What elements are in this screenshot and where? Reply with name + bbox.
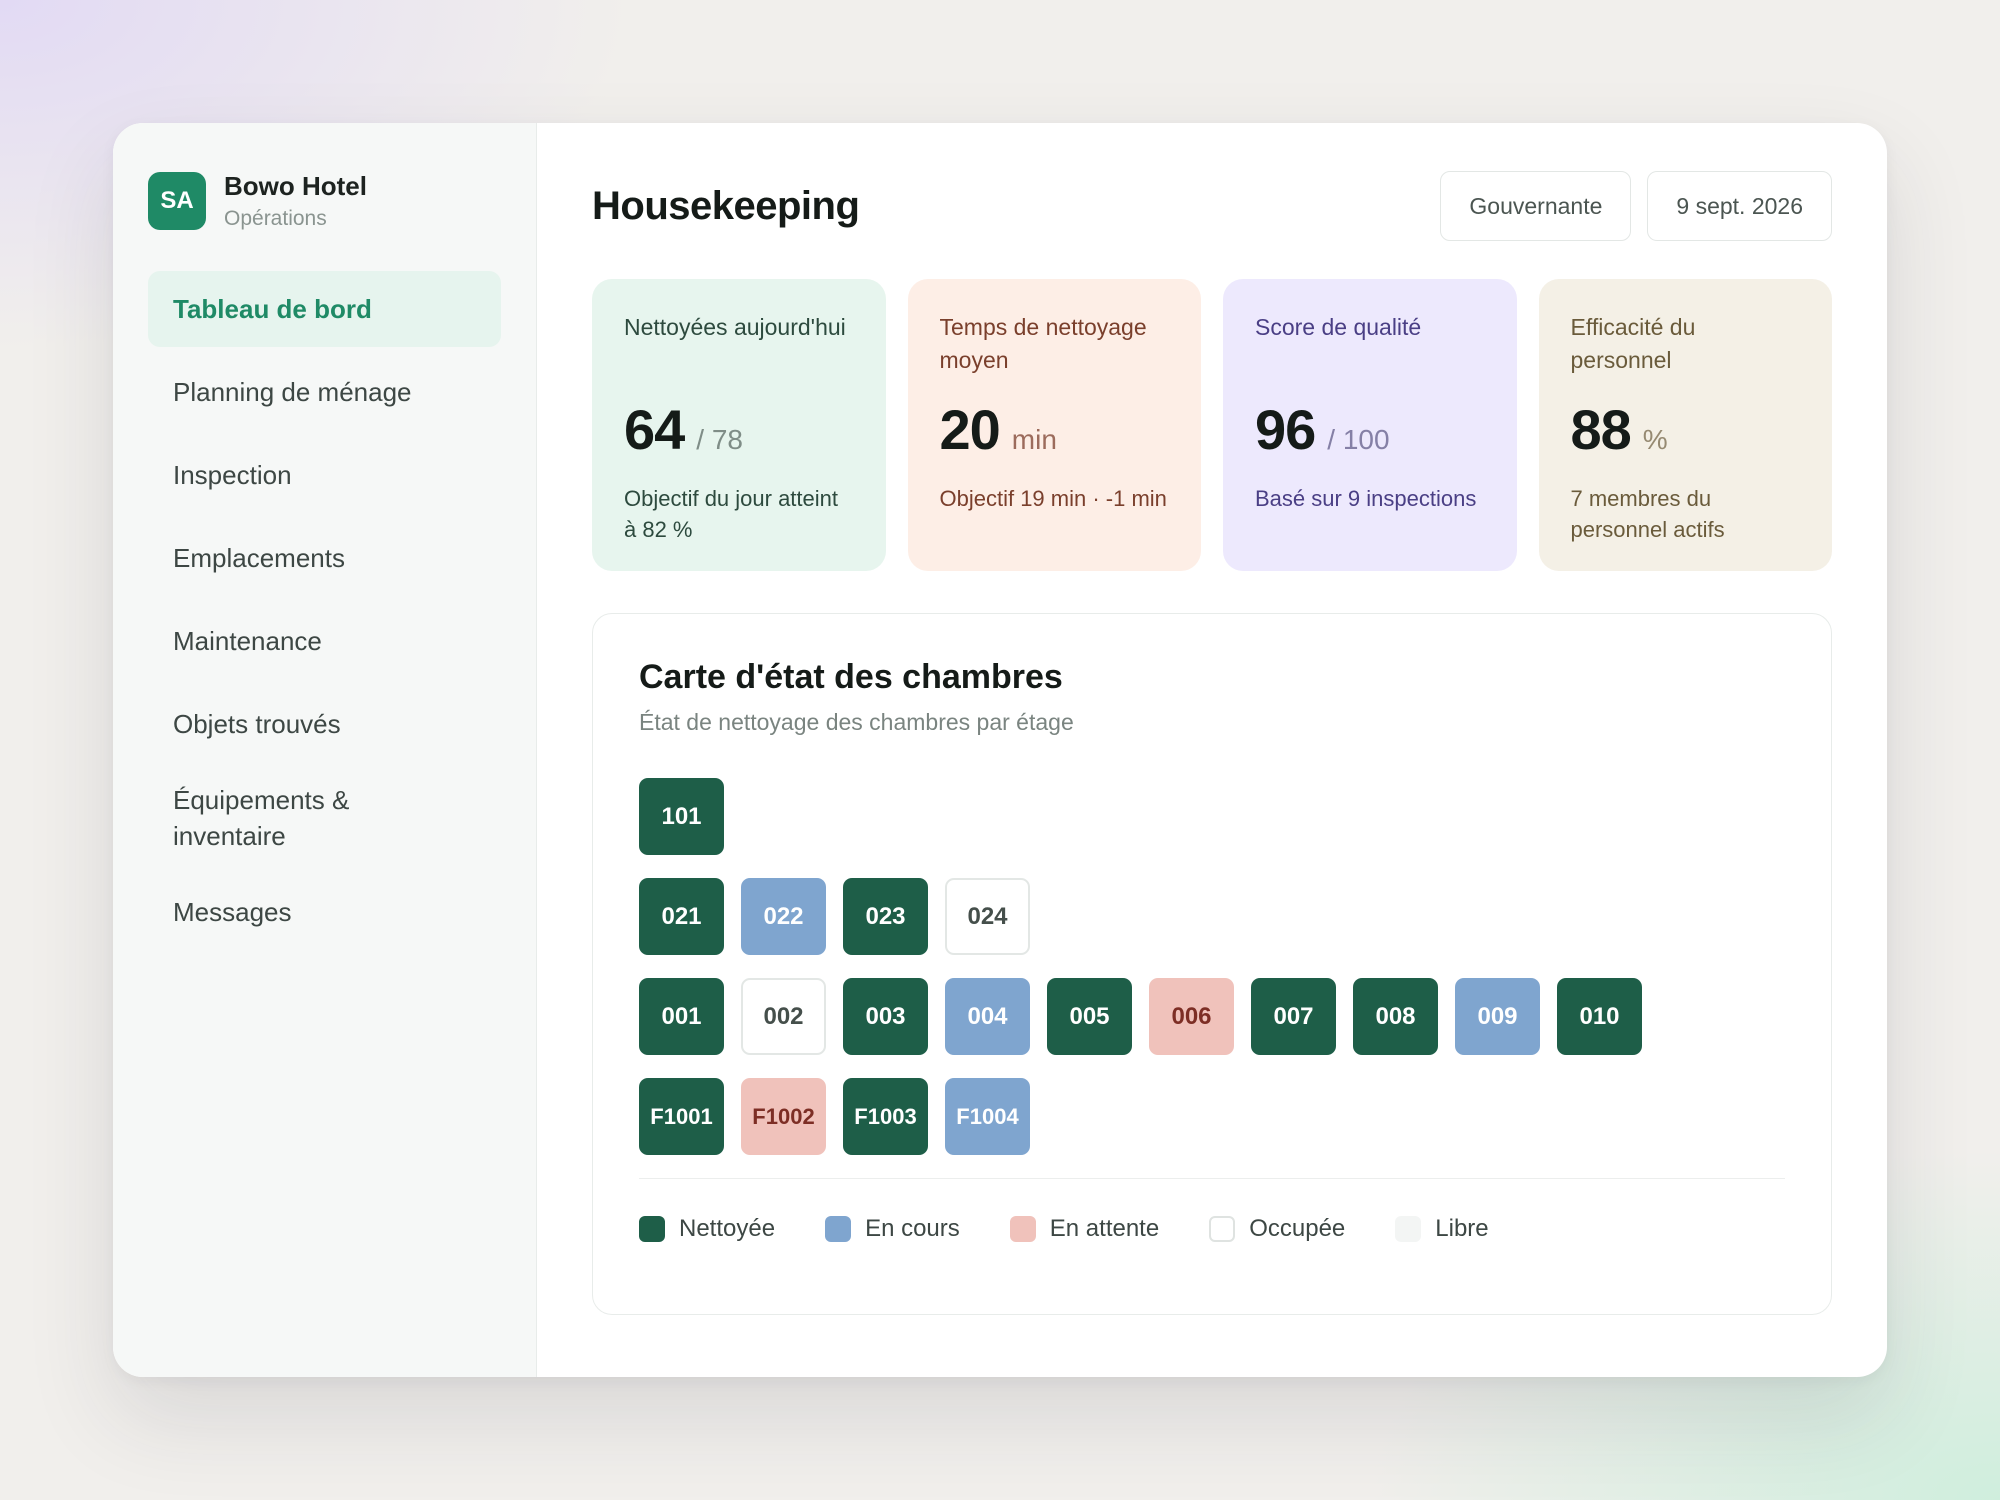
room-tile-004[interactable]: 004 (945, 978, 1030, 1055)
legend-label: Libre (1435, 1215, 1489, 1242)
sidebar-nav: Tableau de bord Planning de ménage Inspe… (148, 271, 501, 950)
kpi-value: 64 (624, 398, 685, 461)
sidebar-item-locations[interactable]: Emplacements (148, 520, 501, 596)
legend-label: Occupée (1249, 1215, 1346, 1242)
sidebar-item-cleaning-schedule[interactable]: Planning de ménage (148, 354, 501, 430)
brand-name: Bowo Hotel (224, 171, 367, 201)
kpi-card-cleaning-time: Temps de nettoyage moyen 20 min Objectif… (907, 279, 1201, 571)
kpi-unit: min (1011, 424, 1057, 455)
legend-swatch (1009, 1216, 1036, 1242)
sidebar: SA Bowo Hotel Opérations Tableau de bord… (113, 123, 537, 1377)
kpi-value: 20 (939, 398, 1001, 461)
room-tile-009[interactable]: 009 (1455, 978, 1540, 1055)
kpi-card-quality: Score de qualité 96 / 100 Basé sur 9 ins… (1223, 279, 1517, 571)
role-selector[interactable]: Gouvernante (1440, 171, 1632, 241)
kpi-unit: / 78 (696, 424, 743, 455)
room-tile-003[interactable]: 003 (843, 978, 928, 1055)
room-status-legend: Nettoyée En cours En attente Occupée Libre (639, 1179, 1785, 1279)
app-window: SA Bowo Hotel Opérations Tableau de bord… (113, 123, 1887, 1377)
kpi-label: Efficacité du personnel (1570, 314, 1696, 373)
page-title: Housekeeping (592, 183, 860, 228)
floor-row: 001 002 003 004 005 006 007 008 009 010 (639, 978, 1785, 1055)
legend-label: En cours (865, 1215, 960, 1242)
sidebar-item-lost-found[interactable]: Objets trouvés (148, 686, 501, 762)
room-tile-007[interactable]: 007 (1251, 978, 1336, 1055)
page-header: Housekeeping Gouvernante 9 sept. 2026 (592, 171, 1832, 241)
room-tile-001[interactable]: 001 (639, 978, 724, 1055)
room-tile-005[interactable]: 005 (1047, 978, 1132, 1055)
room-tile-022[interactable]: 022 (741, 878, 826, 955)
room-map-subtitle: État de nettoyage des chambres par étage (639, 709, 1074, 735)
sidebar-item-dashboard[interactable]: Tableau de bord (148, 271, 501, 347)
kpi-label: Score de qualité (1255, 314, 1422, 340)
legend-item-occupied: Occupée (1209, 1215, 1345, 1243)
room-tile-f1003[interactable]: F1003 (843, 1078, 928, 1155)
kpi-value: 88 (1570, 398, 1632, 461)
brand-logo: SA (148, 172, 206, 230)
room-tile-023[interactable]: 023 (843, 878, 928, 955)
legend-swatch (639, 1216, 665, 1242)
legend-item-pending: En attente (1009, 1215, 1160, 1243)
legend-item-free: Libre (1395, 1215, 1489, 1243)
legend-swatch (825, 1216, 852, 1242)
date-picker[interactable]: 9 sept. 2026 (1647, 171, 1832, 241)
kpi-note: Basé sur 9 inspections (1255, 486, 1477, 511)
kpi-card-staff-efficiency: Efficacité du personnel 88 % 7 membres d… (1538, 279, 1832, 571)
brand-subtitle: Opérations (224, 207, 327, 230)
kpi-value: 96 (1255, 398, 1316, 461)
room-tile-002[interactable]: 002 (741, 978, 826, 1055)
legend-swatch (1395, 1216, 1422, 1242)
floor-row: 101 (639, 778, 1785, 855)
legend-label: Nettoyée (679, 1215, 776, 1242)
sidebar-item-maintenance[interactable]: Maintenance (148, 603, 501, 679)
room-map-title: Carte d'état des chambres (639, 658, 1063, 696)
room-tile-006[interactable]: 006 (1149, 978, 1234, 1055)
main-content: Housekeeping Gouvernante 9 sept. 2026 Ne… (537, 123, 1887, 1377)
room-tile-010[interactable]: 010 (1557, 978, 1642, 1055)
kpi-card-cleaned: Nettoyées aujourd'hui 64 / 78 Objectif d… (592, 279, 886, 571)
kpi-label: Temps de nettoyage moyen (939, 314, 1147, 373)
kpi-cards: Nettoyées aujourd'hui 64 / 78 Objectif d… (592, 279, 1832, 571)
floor-row: 021 022 023 024 (639, 878, 1785, 955)
legend-label: En attente (1049, 1215, 1160, 1242)
room-tile-f1002[interactable]: F1002 (741, 1078, 826, 1155)
sidebar-item-equipment[interactable]: Équipements & inventaire (148, 769, 378, 867)
legend-swatch (1209, 1216, 1236, 1242)
kpi-label: Nettoyées aujourd'hui (624, 314, 846, 340)
room-tile-021[interactable]: 021 (639, 878, 724, 955)
room-tile-f1001[interactable]: F1001 (639, 1078, 724, 1155)
room-tile-101[interactable]: 101 (639, 778, 724, 855)
sidebar-item-messages[interactable]: Messages (148, 874, 501, 950)
legend-item-clean: Nettoyée (639, 1215, 775, 1243)
room-tile-f1004[interactable]: F1004 (945, 1078, 1030, 1155)
legend-item-progress: En cours (825, 1215, 960, 1243)
room-status-map: Carte d'état des chambres État de nettoy… (592, 613, 1832, 1315)
kpi-note: Objectif 19 min · -1 min (939, 486, 1167, 511)
room-grid: 101 021 022 023 024 001 002 003 004 005 006 007 008 0… (639, 778, 1785, 1155)
room-tile-024[interactable]: 024 (945, 878, 1030, 955)
kpi-note: Objectif du jour atteint à 82 % (624, 486, 839, 542)
kpi-unit: % (1642, 424, 1668, 455)
kpi-unit: / 100 (1327, 424, 1390, 455)
floor-row: F1001 F1002 F1003 F1004 (639, 1078, 1785, 1155)
brand: SA Bowo Hotel Opérations (148, 171, 501, 231)
room-tile-008[interactable]: 008 (1353, 978, 1438, 1055)
kpi-note: 7 membres du personnel actifs (1570, 486, 1725, 542)
sidebar-item-inspection[interactable]: Inspection (148, 437, 501, 513)
